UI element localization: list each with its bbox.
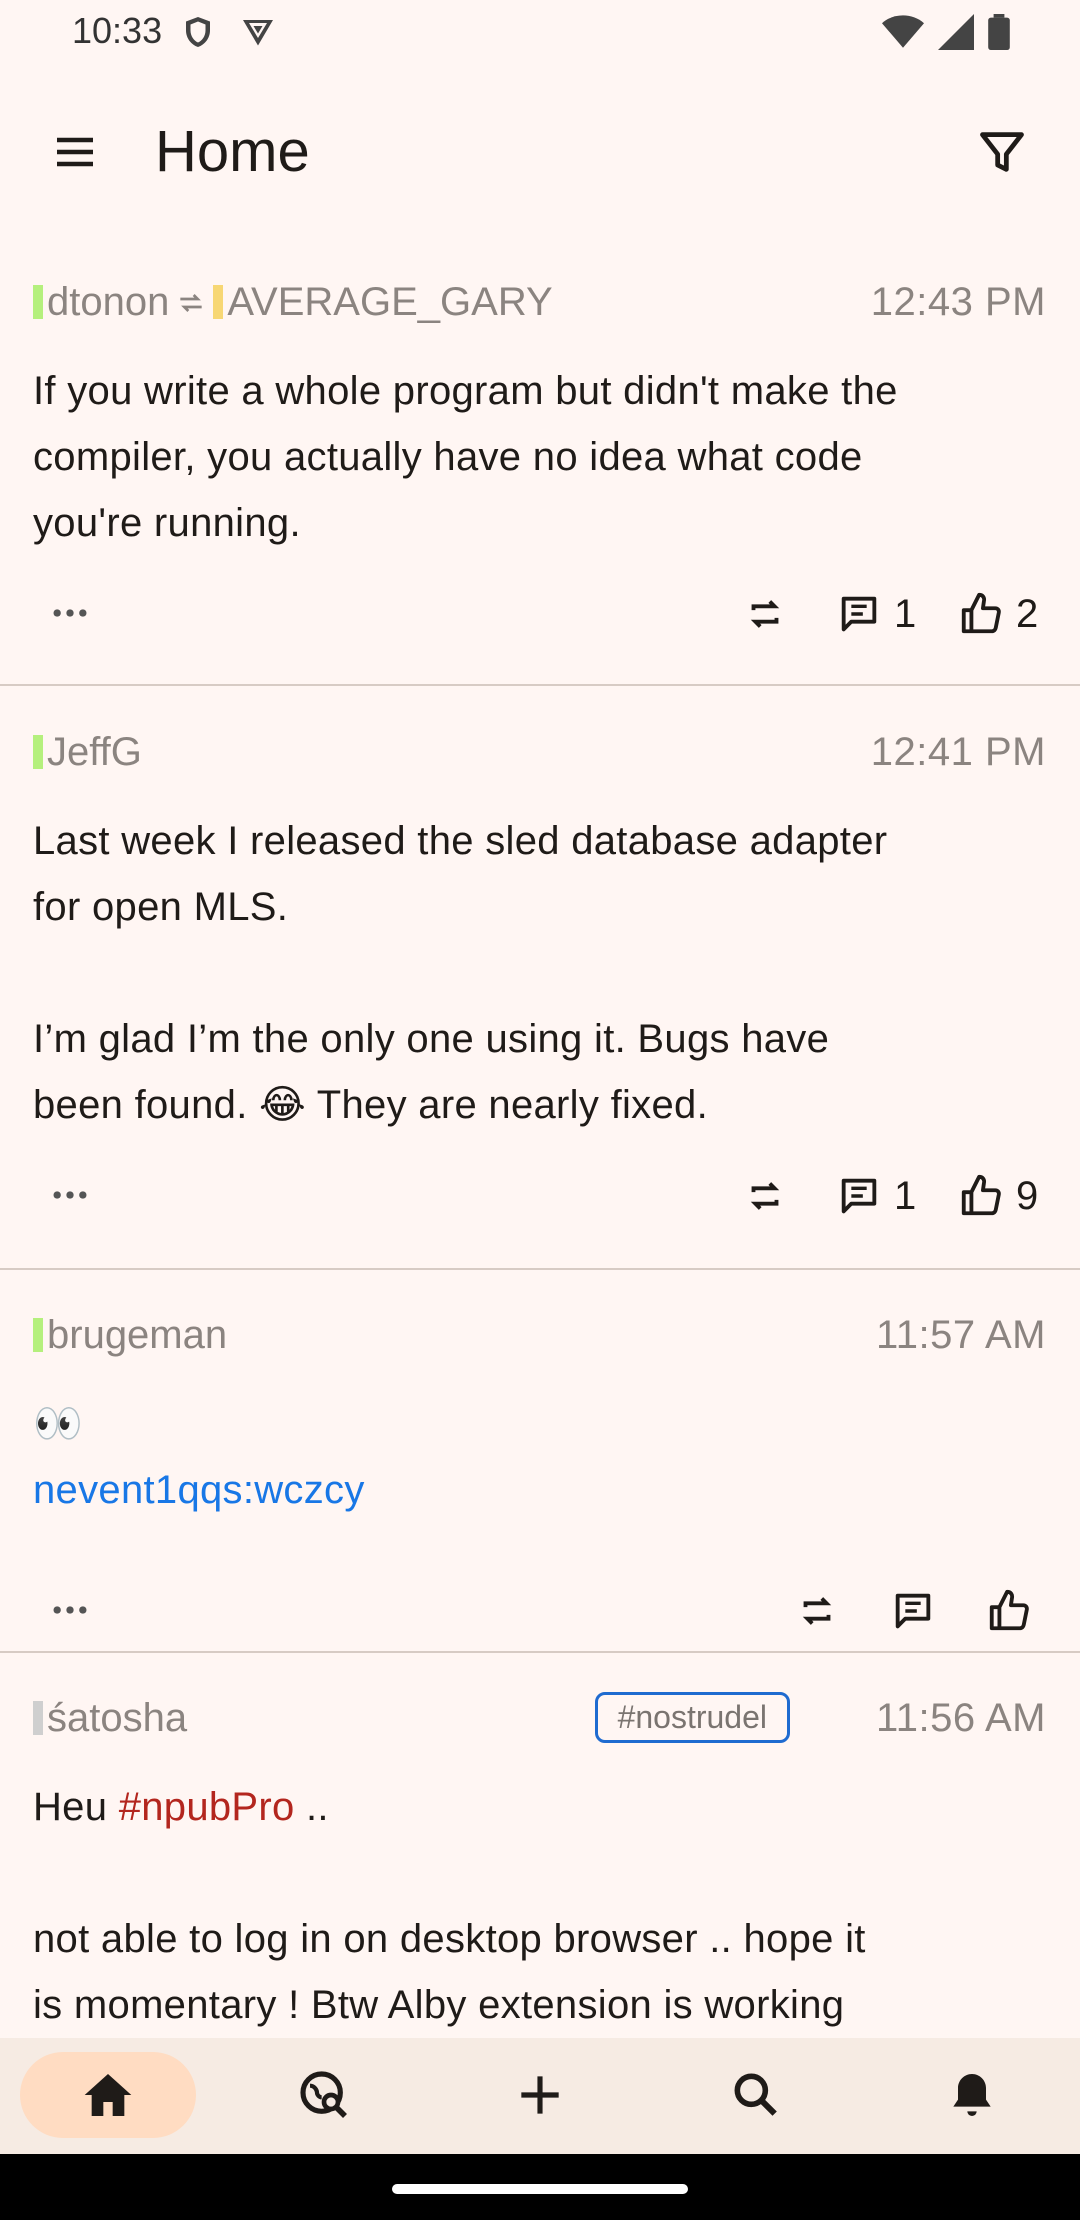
home-gesture-handle[interactable]: [392, 2184, 688, 2194]
post-header: brugeman 11:57 AM: [33, 1313, 1046, 1363]
divider: [0, 1651, 1080, 1653]
bottom-navigation: [0, 2038, 1080, 2154]
status-bar: 10:33: [0, 0, 1080, 64]
notifications-icon: [953, 2074, 991, 2116]
content-line: If you write a whole program but didn't …: [33, 369, 898, 413]
content-text: Heu: [33, 1785, 119, 1829]
emoji-line: 👀: [33, 1402, 84, 1446]
app-bar: Home: [0, 100, 1080, 204]
post-content: 👀 nevent1qqs:wczcy: [33, 1391, 1050, 1523]
post-time: 11:57 AM: [875, 1313, 1046, 1357]
explore-icon: [300, 2071, 347, 2118]
repost-button[interactable]: [742, 590, 788, 638]
divider: [0, 684, 1080, 686]
content-line: [33, 940, 1050, 1006]
post-time: 11:56 AM: [875, 1696, 1046, 1740]
like-count: 9: [1016, 1173, 1039, 1218]
thumbs-up-icon: [989, 1589, 1029, 1631]
content-line: Last week I released the sled database a…: [33, 819, 888, 863]
divider: [0, 1268, 1080, 1270]
repeat-icon: [802, 1597, 832, 1625]
post-header: JeffG 12:41 PM: [33, 730, 1046, 780]
like-button[interactable]: 9: [958, 1172, 1038, 1220]
menu-icon[interactable]: [48, 128, 102, 176]
author-name[interactable]: brugeman: [47, 1313, 227, 1357]
nevent-link[interactable]: nevent1qqs:wczcy: [33, 1457, 1050, 1523]
post-content: Last week I released the sled database a…: [33, 808, 1050, 1138]
more-options-icon[interactable]: [48, 598, 92, 628]
more-options-icon[interactable]: [48, 1595, 92, 1625]
content-line: for open MLS.: [33, 885, 289, 929]
author-color-bar: [33, 1318, 43, 1352]
vpn-triangle-icon: [243, 20, 273, 46]
thumbs-up-icon: [961, 1174, 1001, 1216]
repeat-icon: [750, 600, 780, 628]
wifi-icon: [882, 15, 924, 48]
reposted-author-name[interactable]: AVERAGE_GARY: [227, 280, 552, 324]
nav-search[interactable]: [668, 2052, 844, 2138]
content-line: not able to log in on desktop browser ..…: [33, 1917, 866, 1961]
post-content: If you write a whole program but didn't …: [33, 358, 1050, 556]
status-time: 10:33: [72, 10, 163, 51]
author-color-bar: [213, 285, 224, 319]
repost-button[interactable]: [794, 1587, 840, 1635]
content-line: I’m glad I’m the only one using it. Bugs…: [33, 1017, 830, 1061]
author-color-bar: [33, 285, 43, 319]
like-count: 2: [1016, 591, 1039, 636]
nav-explore[interactable]: [236, 2052, 412, 2138]
content-line: been found. 😂 They are nearly fixed.: [33, 1083, 708, 1127]
content-text: ..: [294, 1785, 329, 1829]
post-actions: [0, 1581, 1080, 1641]
comment-icon: [895, 1593, 931, 1629]
nav-notifications[interactable]: [884, 2052, 1060, 2138]
comment-icon: [841, 596, 877, 632]
content-line: compiler, you actually have no idea what…: [33, 435, 863, 479]
add-icon: [521, 2076, 559, 2114]
post-actions: 1 2: [0, 584, 1080, 644]
shield-icon: [186, 17, 210, 47]
home-icon: [84, 2074, 132, 2116]
like-button[interactable]: [986, 1587, 1032, 1635]
author-name[interactable]: dtonon: [47, 280, 169, 324]
post-time: 12:43 PM: [870, 280, 1046, 324]
author-color-bar: [33, 1701, 43, 1735]
repeat-icon: [750, 1182, 780, 1210]
author-name[interactable]: JeffG: [47, 730, 142, 774]
author-name[interactable]: śatosha: [47, 1696, 187, 1740]
hashtag-link[interactable]: #npubPro: [119, 1785, 295, 1829]
comment-icon: [841, 1178, 877, 1214]
more-options-icon[interactable]: [48, 1180, 92, 1210]
post-time: 12:41 PM: [870, 730, 1046, 774]
nav-add[interactable]: [452, 2052, 628, 2138]
reply-count: 1: [894, 1173, 917, 1218]
search-icon: [734, 2073, 777, 2116]
content-line: you're running.: [33, 501, 301, 545]
post-content: Heu #npubPro .. not able to log in on de…: [33, 1774, 1050, 2038]
reply-count: 1: [894, 591, 917, 636]
like-button[interactable]: 2: [958, 590, 1038, 638]
post-header: dtonon AVERAGE_GARY 12:43 PM: [33, 280, 1046, 330]
content-line: Heu #npubPro ..: [33, 1774, 1050, 1840]
content-line: is momentary ! Btw Alby extension is wor…: [33, 1983, 845, 2027]
battery-icon: [988, 14, 1010, 50]
signal-icon: [938, 14, 974, 50]
post-header: śatosha #nostrudel 11:56 AM: [33, 1692, 1046, 1746]
hashtag-chip[interactable]: #nostrudel: [594, 1692, 790, 1743]
nav-home[interactable]: [20, 2052, 196, 2138]
repost-button[interactable]: [742, 1172, 788, 1220]
reply-button[interactable]: 1: [836, 590, 916, 638]
author-color-bar: [33, 735, 43, 769]
reply-button[interactable]: [890, 1587, 936, 1635]
post-actions: 1 9: [0, 1166, 1080, 1226]
system-navigation-bar: [0, 2154, 1080, 2220]
thumbs-up-icon: [961, 592, 1001, 634]
repost-icon: [180, 294, 203, 312]
page-title: Home: [155, 119, 310, 184]
filter-icon[interactable]: [976, 126, 1028, 178]
reply-button[interactable]: 1: [836, 1172, 916, 1220]
